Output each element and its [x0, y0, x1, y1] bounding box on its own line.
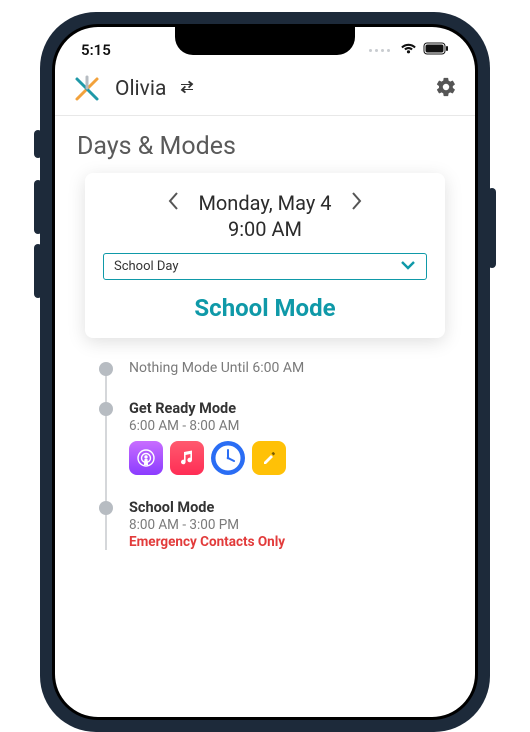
battery-icon — [423, 41, 449, 59]
active-mode-label: School Mode — [103, 294, 427, 322]
screen: 5:15 Olivia — [55, 27, 475, 717]
timeline-dot-icon — [99, 362, 113, 376]
status-time: 5:15 — [81, 41, 111, 59]
day-type-value: School Day — [114, 259, 179, 274]
timeline-item[interactable]: Get Ready Mode 6:00 AM - 8:00 AM — [99, 400, 445, 475]
chevron-down-icon — [400, 259, 416, 274]
timeline-title: School Mode — [129, 499, 445, 516]
music-app-icon — [170, 441, 204, 475]
profile-name[interactable]: Olivia — [115, 77, 166, 101]
selected-time: 9:00 AM — [103, 217, 427, 241]
timeline-item[interactable]: Nothing Mode Until 6:00 AM — [99, 360, 445, 376]
page-title: Days & Modes — [55, 116, 475, 173]
notch — [175, 27, 355, 55]
notes-app-icon — [252, 441, 286, 475]
date-mode-card: Monday, May 4 9:00 AM School Day School … — [85, 173, 445, 338]
next-day-button[interactable] — [350, 191, 363, 215]
day-type-select[interactable]: School Day — [103, 253, 427, 280]
timeline-dot-icon — [99, 402, 113, 416]
podcast-app-icon — [129, 441, 163, 475]
timeline-muted-title: Nothing Mode Until 6:00 AM — [129, 360, 445, 376]
selected-date: Monday, May 4 — [198, 191, 331, 215]
timeline-item[interactable]: School Mode 8:00 AM - 3:00 PM Emergency … — [99, 499, 445, 550]
app-logo-icon — [73, 75, 101, 103]
app-header: Olivia — [55, 65, 475, 116]
wifi-icon — [400, 41, 417, 59]
settings-gear-icon[interactable] — [435, 76, 457, 102]
timeline: Nothing Mode Until 6:00 AM Get Ready Mod… — [99, 360, 445, 550]
clock-app-icon — [211, 441, 245, 475]
pagination-dots — [369, 49, 390, 52]
timeline-range: 6:00 AM - 8:00 AM — [129, 418, 445, 434]
timeline-range: 8:00 AM - 3:00 PM — [129, 517, 445, 533]
prev-day-button[interactable] — [167, 191, 180, 215]
timeline-alert: Emergency Contacts Only — [129, 534, 445, 550]
timeline-title: Get Ready Mode — [129, 400, 445, 417]
phone-frame: 5:15 Olivia — [40, 12, 490, 732]
timeline-dot-icon — [99, 501, 113, 515]
swap-profile-icon[interactable] — [178, 78, 196, 100]
allowed-apps — [129, 441, 445, 475]
